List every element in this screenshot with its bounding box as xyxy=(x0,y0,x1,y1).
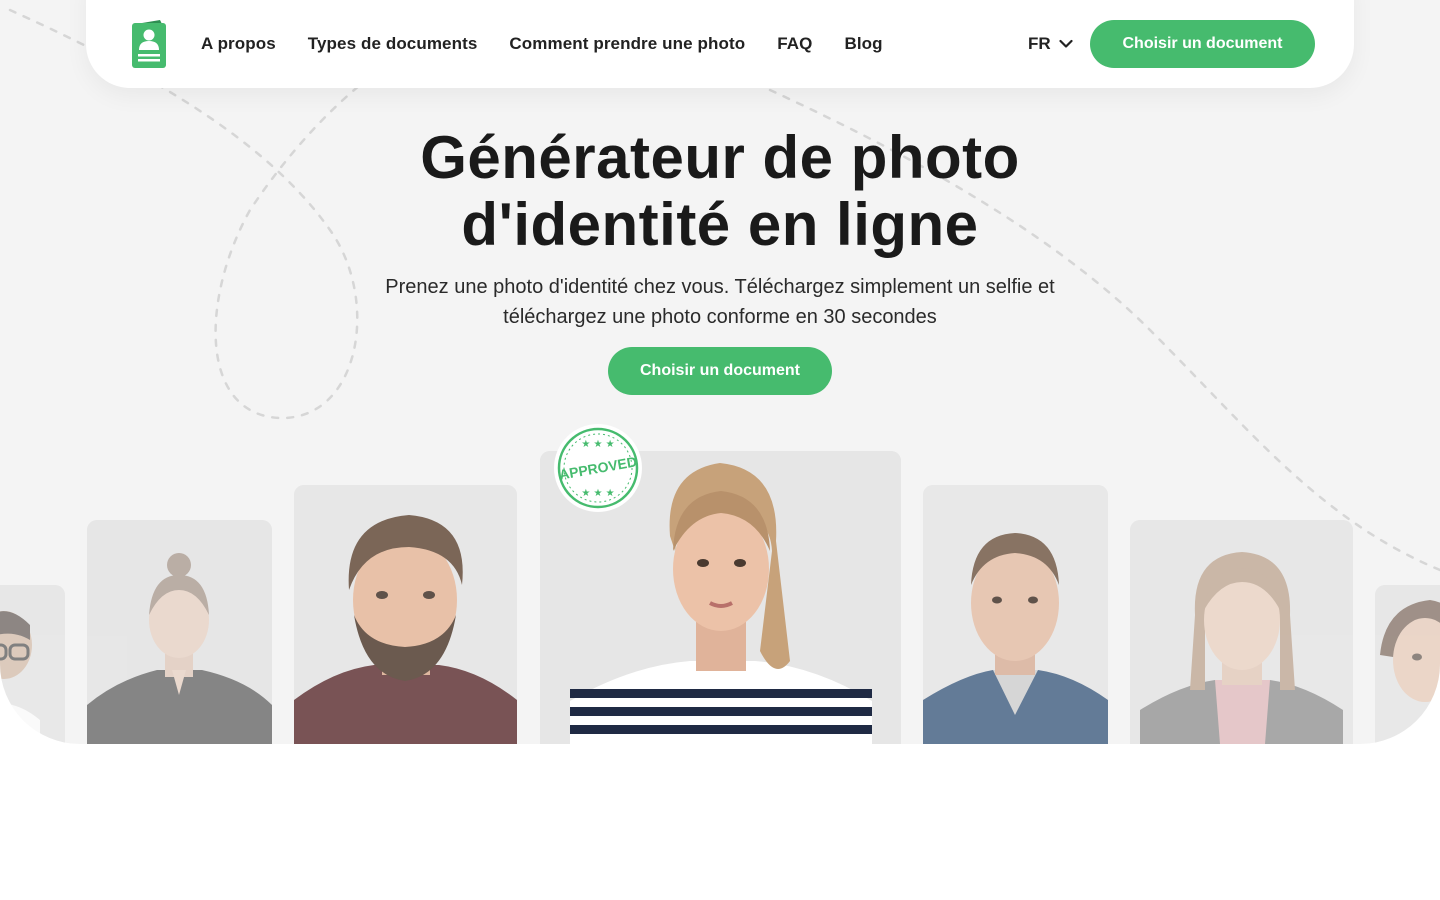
sample-photo-card xyxy=(294,485,517,744)
sample-photo-card xyxy=(0,585,65,744)
language-label: FR xyxy=(1028,34,1051,53)
sample-photo-card xyxy=(923,485,1108,744)
svg-text:★ ★ ★: ★ ★ ★ xyxy=(581,439,614,450)
hero-subtitle: Prenez une photo d'identité chez vous. T… xyxy=(350,272,1090,332)
sample-photo-card xyxy=(1375,585,1440,744)
nav-link-document-types[interactable]: Types de documents xyxy=(308,34,478,54)
nav-link-how-to-take-photo[interactable]: Comment prendre une photo xyxy=(509,34,745,54)
nav-link-blog[interactable]: Blog xyxy=(844,34,882,54)
language-selector[interactable]: FR xyxy=(1028,34,1073,54)
hero-section: ★ ★ ★ ★ ★ ★ APPROVED Générateur de photo… xyxy=(0,0,1440,744)
main-nav: A propos Types de documents Comment pren… xyxy=(201,34,883,54)
approved-stamp-icon: ★ ★ ★ ★ ★ ★ APPROVED xyxy=(554,424,642,512)
hero-choose-document-button[interactable]: Choisir un document xyxy=(608,347,832,395)
nav-link-faq[interactable]: FAQ xyxy=(777,34,812,54)
subtitle-line-1: Prenez une photo d'identité chez vous. T… xyxy=(385,276,1055,298)
id-card-icon[interactable] xyxy=(132,20,168,68)
top-navigation-bar: A propos Types de documents Comment pren… xyxy=(86,0,1354,88)
header-choose-document-button[interactable]: Choisir un document xyxy=(1090,20,1315,68)
nav-link-about[interactable]: A propos xyxy=(201,34,276,54)
sample-photo-card xyxy=(87,520,272,744)
title-line-2: d'identité en ligne xyxy=(461,191,979,258)
svg-text:★ ★ ★: ★ ★ ★ xyxy=(581,488,614,499)
sample-photo-card xyxy=(1130,520,1353,744)
subtitle-line-2: téléchargez une photo conforme en 30 sec… xyxy=(503,306,937,328)
page-title: Générateur de photo d'identité en ligne xyxy=(0,124,1440,258)
title-line-1: Générateur de photo xyxy=(420,124,1020,191)
chevron-down-icon xyxy=(1059,39,1073,48)
